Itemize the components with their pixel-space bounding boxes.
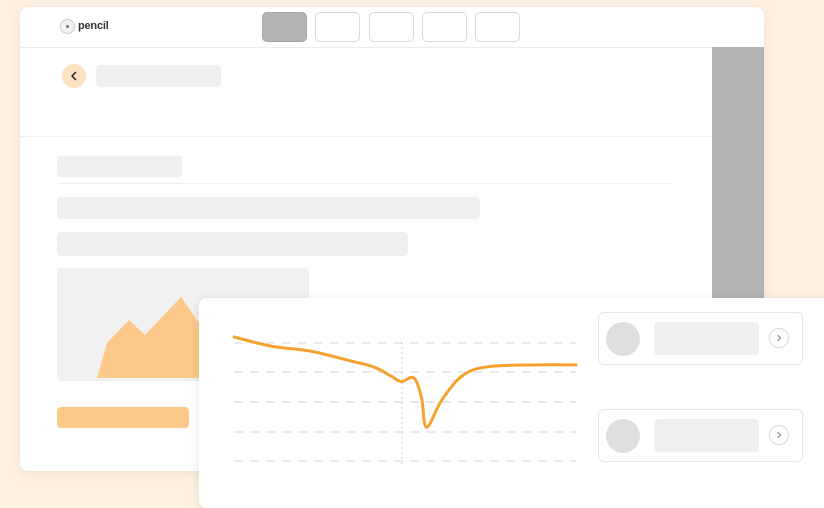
tab-1[interactable] xyxy=(262,12,307,42)
back-button[interactable] xyxy=(62,64,86,88)
pencil-logo-icon xyxy=(60,18,75,34)
series-line xyxy=(232,335,578,429)
chart-card xyxy=(199,298,824,508)
top-navigation-bar: pencil xyxy=(20,7,764,48)
logo-text: pencil xyxy=(78,20,109,32)
list-item[interactable] xyxy=(598,312,803,365)
page-title-placeholder xyxy=(96,65,221,87)
list-item-text-placeholder xyxy=(654,419,759,452)
list-item-text-placeholder xyxy=(654,322,759,355)
tab-2[interactable] xyxy=(315,12,360,42)
avatar xyxy=(606,322,640,356)
tab-3[interactable] xyxy=(369,12,414,42)
app-logo[interactable]: pencil xyxy=(60,18,109,34)
chevron-right-icon xyxy=(777,334,782,342)
tab-4[interactable] xyxy=(422,12,467,42)
chevron-left-icon xyxy=(71,71,77,81)
section-divider xyxy=(57,183,671,184)
header-divider xyxy=(20,136,712,137)
list-item-open-button[interactable] xyxy=(769,425,789,445)
text-line-placeholder xyxy=(57,232,408,256)
list-item[interactable] xyxy=(598,409,803,462)
text-line-placeholder xyxy=(57,197,480,219)
line-chart xyxy=(232,335,578,464)
primary-action-button[interactable] xyxy=(57,407,189,428)
list-item-open-button[interactable] xyxy=(769,328,789,348)
chevron-right-icon xyxy=(777,431,782,439)
section-heading-placeholder xyxy=(57,156,182,177)
avatar xyxy=(606,419,640,453)
tab-5[interactable] xyxy=(475,12,520,42)
